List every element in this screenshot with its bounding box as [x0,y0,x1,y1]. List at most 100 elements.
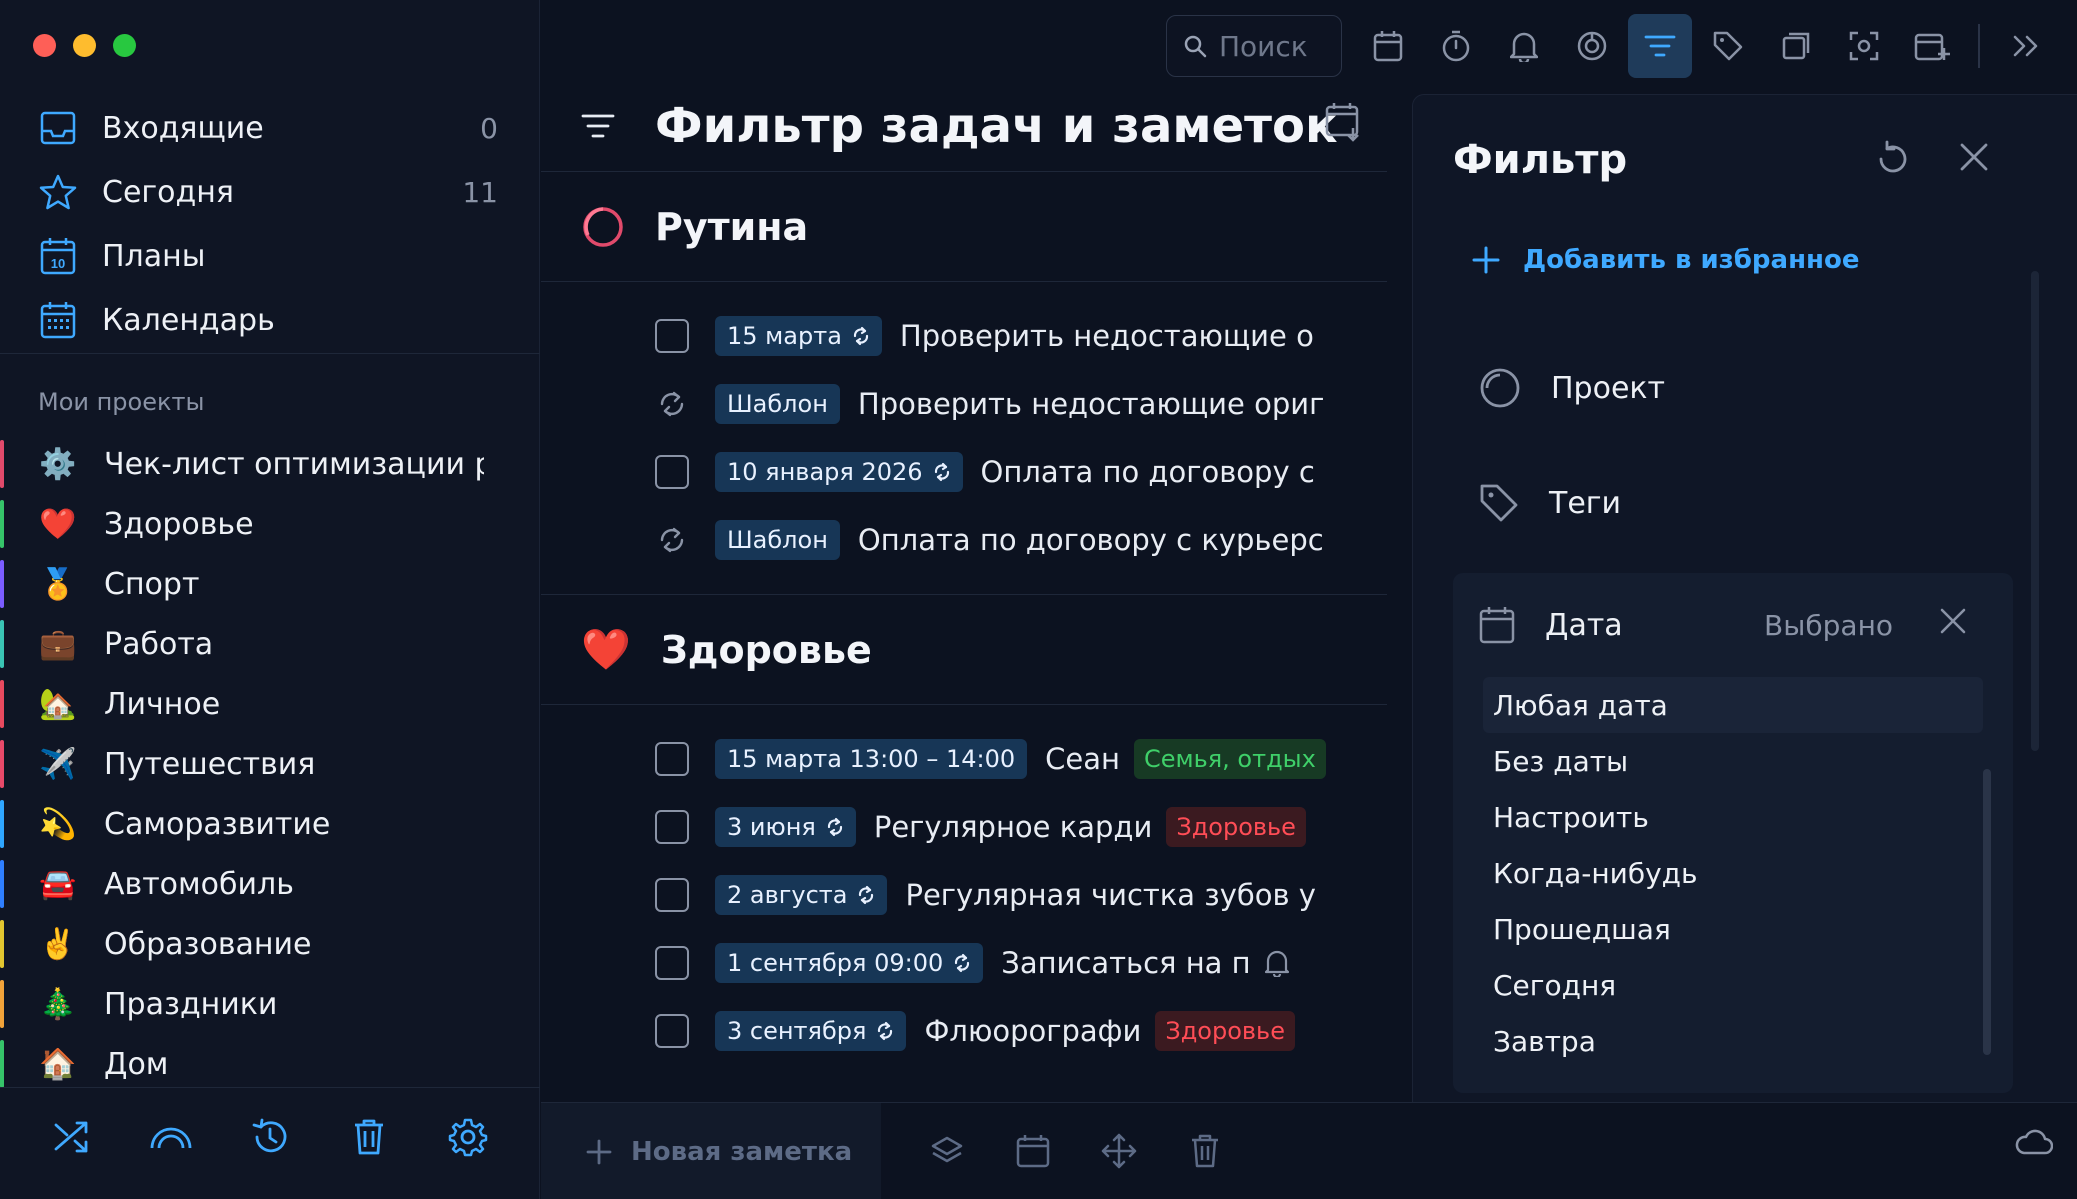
calendar-icon[interactable] [1007,1125,1059,1177]
reminders-button[interactable] [1492,14,1556,78]
sidebar-project-item[interactable]: 🎄 Праздники [0,974,540,1034]
sidebar-project-item[interactable]: 🏡 Личное [0,674,540,734]
close-window-button[interactable] [33,34,56,57]
project-label: Дом [104,1046,169,1082]
sidebar-project-item[interactable]: 🚘 Автомобиль [0,854,540,914]
task-checkbox[interactable] [655,455,689,489]
trash-icon[interactable] [1179,1125,1231,1177]
calendar-sort-icon[interactable] [1325,102,1363,142]
task-row[interactable]: 3 июня Регулярное карди Здоровье [541,793,1387,861]
task-checkbox[interactable] [655,1014,689,1048]
minimize-window-button[interactable] [73,34,96,57]
task-date-chip[interactable]: 15 марта [715,316,882,356]
task-date-chip[interactable]: Шаблон [715,520,840,560]
task-row[interactable]: 10 января 2026 Оплата по договору с [541,438,1387,506]
rainbow-icon[interactable] [144,1110,198,1164]
date-option[interactable]: Когда-нибудь [1483,845,1983,901]
shuffle-icon[interactable] [45,1110,99,1164]
date-option[interactable]: Любая дата [1483,677,1983,733]
filter-scrollbar[interactable] [2031,271,2039,751]
date-option[interactable]: Без даты [1483,733,1983,789]
timer-button[interactable] [1424,14,1488,78]
history-icon[interactable] [243,1110,297,1164]
filter-project-row[interactable]: Проект [1479,367,1665,409]
task-date-chip[interactable]: 3 июня [715,807,856,847]
sidebar-project-item[interactable]: 🏅 Спорт [0,554,540,614]
zoom-window-button[interactable] [113,34,136,57]
task-row[interactable]: 15 марта 13:00 – 14:00 Сеан Семья, отдых [541,725,1387,793]
nav-item-plans[interactable]: 10 Планы [0,224,540,288]
project-emoji-icon: 💫 [39,806,77,842]
date-option[interactable]: Сегодня [1483,957,1983,1013]
task-checkbox[interactable] [655,878,689,912]
stopwatch-icon [1442,30,1470,62]
date-filter-header[interactable]: Дата Выбрано [1453,573,2013,677]
sidebar-project-item[interactable]: ❤️ Здоровье [0,494,540,554]
tag-icon [1713,31,1743,61]
task-checkbox[interactable] [655,810,689,844]
filter-menu-icon[interactable] [581,113,615,139]
task-tag[interactable]: Семья, отдых [1133,739,1326,779]
chip-label: 3 июня [727,813,816,841]
pomodoro-button[interactable] [1560,14,1624,78]
tags-button[interactable] [1696,14,1760,78]
sidebar-project-item[interactable]: ✌️ Образование [0,914,540,974]
filter-tags-label: Теги [1549,485,1622,521]
task-date-chip[interactable]: 3 сентября [715,1011,907,1051]
search-field[interactable]: Поиск [1166,15,1342,77]
task-row[interactable]: 15 марта Проверить недостающие о [541,302,1387,370]
task-tag[interactable]: Здоровье [1155,1011,1295,1051]
date-option[interactable]: Настроить [1483,789,1983,845]
bottom-actions [921,1125,1231,1177]
project-color-bar [0,860,4,908]
add-favorite-button[interactable]: Добавить в избранное [1471,245,1860,275]
settings-gear-icon[interactable] [441,1110,495,1164]
add-window-button[interactable] [1900,14,1964,78]
task-date-chip[interactable]: 15 марта 13:00 – 14:00 [715,739,1028,779]
section-header[interactable]: Рутина [541,172,1387,282]
task-date-chip[interactable]: 2 августа [715,875,888,915]
focus-button[interactable] [1832,14,1896,78]
task-row[interactable]: 1 сентября 09:00 Записаться на п [541,929,1387,997]
task-title: Сеан [1045,742,1120,776]
clear-date-icon[interactable] [1939,607,1967,635]
reset-icon[interactable] [1873,139,1913,179]
task-checkbox[interactable] [655,742,689,776]
expand-button[interactable] [1994,14,2058,78]
sidebar-project-item[interactable]: ✈️ Путешествия [0,734,540,794]
task-checkbox[interactable] [655,946,689,980]
task-row[interactable]: 2 августа Регулярная чистка зубов у [541,861,1387,929]
trash-icon[interactable] [342,1110,396,1164]
section-header[interactable]: ❤️ Здоровье [541,595,1387,705]
task-row[interactable]: Шаблон Проверить недостающие ориг [541,370,1387,438]
new-note-button[interactable]: Новая заметка [541,1103,881,1199]
sidebar-project-item[interactable]: 💼 Работа [0,614,540,674]
layers-icon[interactable] [921,1125,973,1177]
date-option[interactable]: Прошедшая [1483,901,1983,957]
date-options-scrollbar[interactable] [1983,769,1991,1055]
task-date-chip[interactable]: Шаблон [715,384,840,424]
sidebar-project-item[interactable]: ⚙️ Чек-лист оптимизации работы [0,434,540,494]
task-date-chip[interactable]: 10 января 2026 [715,452,963,492]
notes-button[interactable] [1764,14,1828,78]
repeat-icon [878,1021,893,1041]
task-row[interactable]: Шаблон Оплата по договору с курьерс [541,506,1387,574]
nav-item-inbox[interactable]: Входящие 0 [0,96,540,160]
move-icon[interactable] [1093,1125,1145,1177]
task-date-chip[interactable]: 1 сентября 09:00 [715,943,984,983]
filter-tags-row[interactable]: Теги [1479,483,1621,523]
project-label: Саморазвитие [104,806,331,842]
task-row[interactable]: 3 сентября Флюорографи Здоровье [541,997,1387,1065]
chip-label: 15 марта [727,322,842,350]
sidebar-project-item[interactable]: 🏠 Дом [0,1034,540,1094]
sidebar-project-item[interactable]: 💫 Саморазвитие [0,794,540,854]
task-checkbox[interactable] [655,319,689,353]
filter-button[interactable] [1628,14,1692,78]
close-icon[interactable] [1958,141,1990,173]
task-tag[interactable]: Здоровье [1166,807,1306,847]
nav-item-today[interactable]: Сегодня 11 [0,160,540,224]
cloud-sync-icon[interactable] [2015,1129,2053,1155]
date-option[interactable]: Завтра [1483,1013,1983,1069]
calendar-button[interactable] [1356,14,1420,78]
nav-item-calendar[interactable]: Календарь [0,288,540,352]
